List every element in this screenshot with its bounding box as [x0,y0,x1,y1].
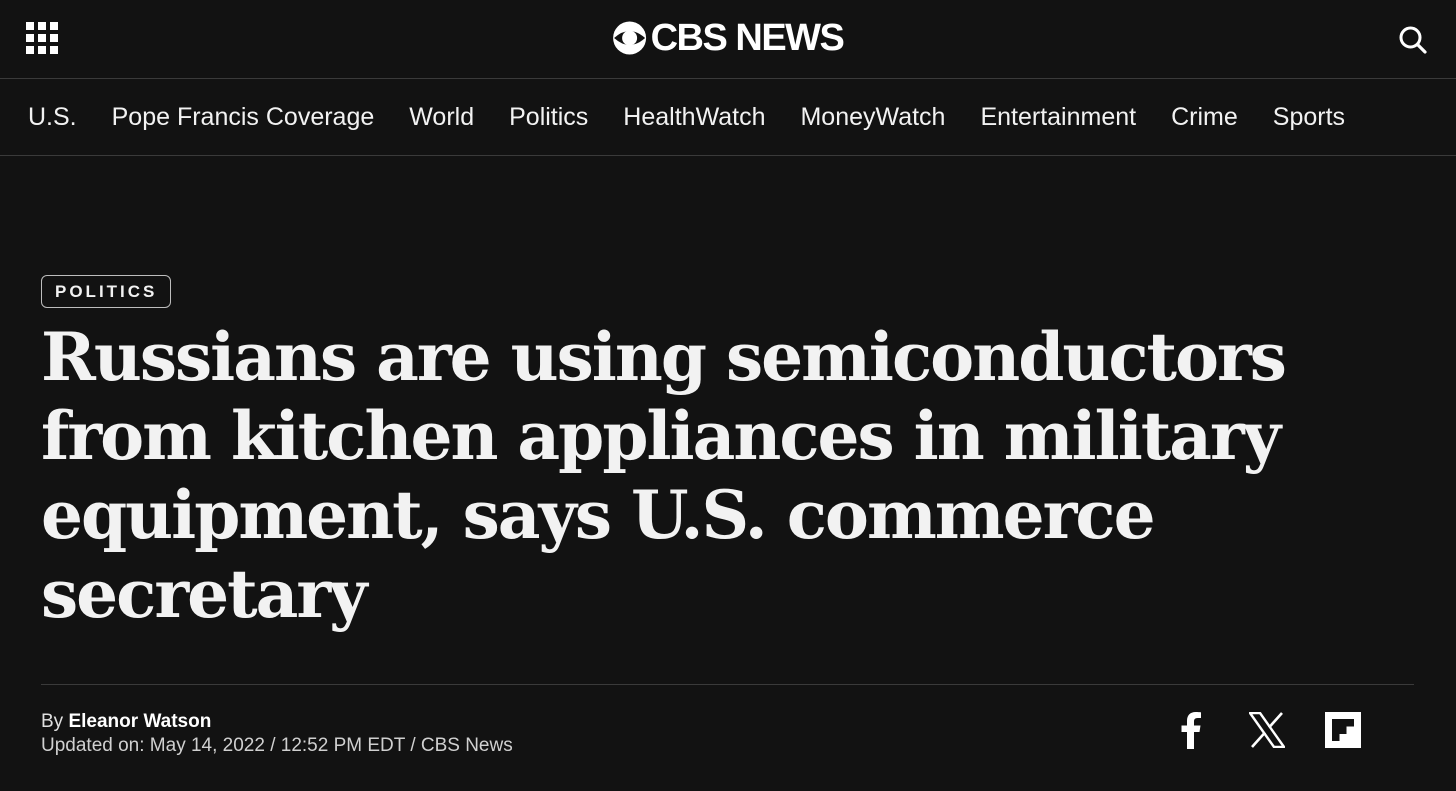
grid-menu-icon[interactable] [26,22,58,54]
nav-item-world[interactable]: World [409,103,474,132]
article-meta: By Eleanor Watson Updated on: May 14, 20… [41,710,1414,770]
author-link[interactable]: Eleanor Watson [68,711,211,732]
divider [41,684,1414,685]
cbs-eye-icon [613,21,647,55]
nav-item-entertainment[interactable]: Entertainment [980,103,1136,132]
nav-item-pope-francis-coverage[interactable]: Pope Francis Coverage [112,103,375,132]
nav-item-politics[interactable]: Politics [509,103,588,132]
nav-item-healthwatch[interactable]: HealthWatch [623,103,765,132]
cbs-news-logo[interactable]: CBS NEWS [613,17,845,59]
section-nav: U.S. Pope Francis Coverage World Politic… [0,79,1456,156]
article-headline: Russians are using semiconductors from k… [41,318,1287,633]
search-icon[interactable] [1398,25,1428,55]
x-icon[interactable] [1247,710,1287,750]
nav-item-moneywatch[interactable]: MoneyWatch [800,103,945,132]
category-badge[interactable]: POLITICS [41,275,172,308]
flipboard-icon[interactable] [1323,710,1363,750]
byline-prefix: By [41,711,64,732]
nav-item-crime[interactable]: Crime [1171,103,1238,132]
facebook-icon[interactable] [1171,710,1211,750]
nav-item-us[interactable]: U.S. [28,103,77,132]
article-header: POLITICS Russians are using semiconducto… [0,156,1456,770]
share-buttons [1135,710,1363,750]
top-bar: CBS NEWS [0,0,1456,79]
nav-item-sports[interactable]: Sports [1273,103,1345,132]
logo-text: CBS NEWS [650,17,845,59]
